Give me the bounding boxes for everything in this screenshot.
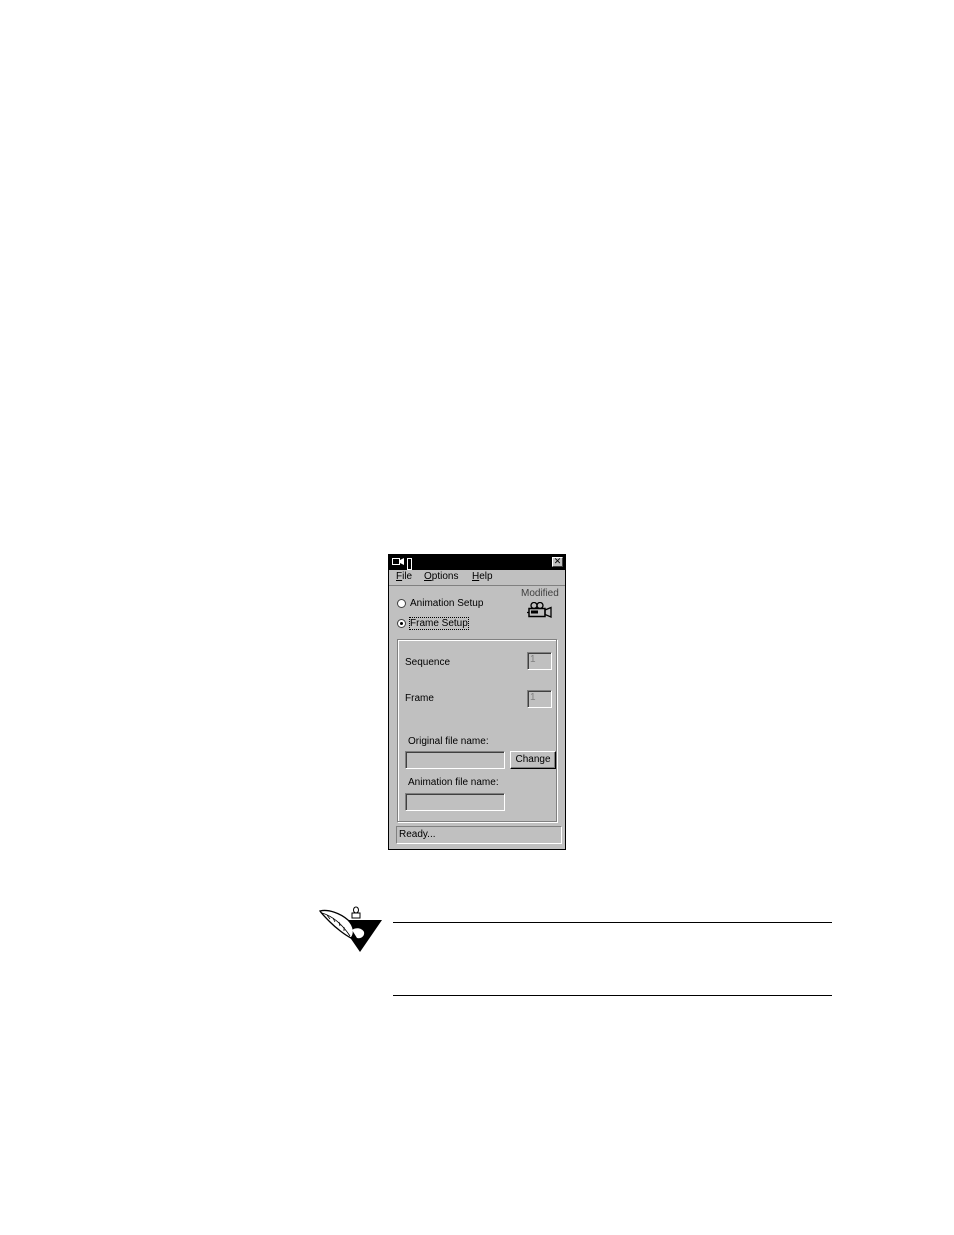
menu-options-accel: O [424,571,432,582]
original-file-label: Original file name: [408,736,489,747]
title-bar[interactable]: ✕ [389,555,565,570]
radio-animation-setup[interactable]: Animation Setup [397,597,483,610]
radio-animation-setup-indicator[interactable] [397,599,406,608]
radio-frame-setup-label: Frame Setup [409,617,469,630]
animation-dialog-window: ✕ File Options Help Animation Setup Fram… [388,554,566,850]
change-button[interactable]: Change [510,751,556,769]
modified-label: Modified [521,588,559,599]
menu-file-rest: ile [402,571,413,582]
menu-bar: File Options Help [389,570,565,586]
menu-options-rest: ptions [431,571,459,582]
sequence-label: Sequence [405,657,451,668]
quill-note-icon [318,906,382,952]
frame-setup-group: Sequence 1 Frame 1 Original file name: C… [397,639,557,822]
close-icon: ✕ [553,557,562,567]
original-file-field[interactable] [405,751,505,769]
close-button[interactable]: ✕ [552,557,563,567]
menu-options[interactable]: Options [424,571,458,582]
sequence-field[interactable]: 1 [527,652,552,670]
note-top-rule [393,922,832,923]
menu-file[interactable]: File [396,571,412,582]
title-caret [407,558,412,570]
radio-animation-setup-label: Animation Setup [410,598,484,609]
menu-help-rest: elp [479,571,493,582]
radio-frame-setup-indicator[interactable] [397,619,406,628]
radio-frame-setup[interactable]: Frame Setup [397,617,469,630]
note-bottom-rule [393,995,832,996]
frame-label: Frame [405,693,434,704]
animation-file-field[interactable] [405,793,505,811]
status-bar: Ready... [396,826,562,844]
page: ✕ File Options Help Animation Setup Fram… [0,0,954,1235]
app-icon[interactable] [392,557,404,567]
animation-file-label: Animation file name: [408,777,499,788]
frame-field[interactable]: 1 [527,690,552,708]
menu-help[interactable]: Help [472,571,493,582]
video-camera-icon [527,602,552,618]
